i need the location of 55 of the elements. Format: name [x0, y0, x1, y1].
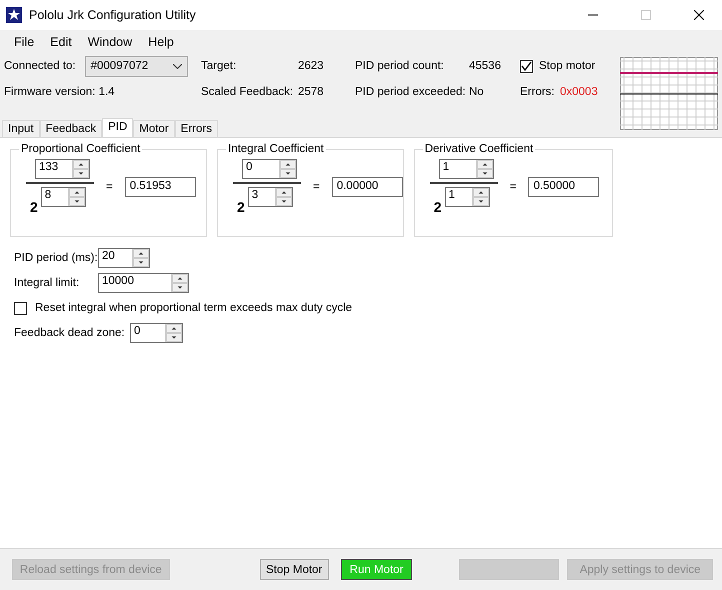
chevron-icon [172, 64, 182, 68]
group-title: Integral Coefficient [227, 143, 325, 155]
setting-checkbox[interactable] [14, 302, 27, 314]
exponent-spinbox[interactable]: 8 [40, 187, 86, 207]
tab[interactable]: Feedback [40, 120, 102, 137]
feedback-value: 2578 [298, 86, 324, 98]
pid-exceeded-label: PID period exceeded: [355, 86, 467, 98]
base-number: 2 [237, 199, 245, 215]
menu-item[interactable]: Window [80, 35, 140, 49]
result-field[interactable]: 0.00000 [332, 177, 403, 197]
group-title: Proportional Coefficient [20, 143, 142, 155]
feedback-label: Scaled Feedback: [201, 86, 294, 98]
menu-item[interactable]: Edit [42, 35, 80, 49]
target-label: Target: [201, 60, 238, 72]
app-logo-icon [6, 7, 22, 23]
close-icon[interactable] [694, 10, 704, 20]
base-number: 2 [434, 199, 442, 215]
window-title: Pololu Jrk Configuration Utility [29, 8, 197, 22]
result-field[interactable]: 0.50000 [528, 177, 600, 197]
tab[interactable]: Motor [133, 120, 175, 137]
setting-label: PID period (ms): [14, 252, 98, 264]
menu-item[interactable]: Help [140, 35, 182, 49]
stop-motor-checkbox[interactable] [520, 60, 533, 72]
group-title: Derivative Coefficient [424, 143, 534, 155]
menu-item[interactable]: File [6, 35, 42, 49]
numerator-spinbox[interactable]: 133 [35, 159, 90, 179]
pid-count-value: 45536 [469, 60, 501, 72]
firmware-version: Firmware version: 1.4 [4, 86, 115, 98]
tab[interactable]: Errors [174, 120, 218, 137]
base-number: 2 [30, 199, 38, 215]
pid-exceeded-value: No [469, 86, 484, 98]
device-dropdown[interactable]: #00097072 [84, 56, 188, 76]
setting-spinbox[interactable]: 20 [98, 248, 150, 268]
numerator-spinbox[interactable]: 0 [242, 159, 297, 179]
equals-sign: = [106, 181, 113, 193]
setting-label: Feedback dead zone: [14, 327, 126, 339]
target-value: 2623 [298, 60, 324, 72]
tab[interactable]: Input [2, 120, 40, 137]
equals-sign: = [510, 181, 516, 193]
tab[interactable]: PID [102, 118, 134, 137]
exponent-spinbox[interactable]: 3 [248, 187, 293, 207]
errors-value: 0x0003 [560, 86, 598, 98]
pid-count-label: PID period count: [355, 60, 445, 72]
exponent-spinbox[interactable]: 1 [444, 187, 490, 207]
errors-label: Errors: [520, 86, 556, 98]
setting-label: Reset integral when proportional term exceeds max duty cycle [35, 302, 352, 314]
connected-label: Connected to: [4, 60, 76, 72]
stop-motor-label: Stop motor [539, 60, 596, 72]
setting-spinbox[interactable]: 0 [130, 323, 183, 343]
result-field[interactable]: 0.51953 [124, 177, 196, 197]
action-button[interactable]: Stop Motor [260, 559, 329, 580]
setting-label: Integral limit: [14, 277, 80, 289]
setting-spinbox[interactable]: 10000 [98, 273, 189, 293]
equals-sign: = [313, 181, 320, 193]
numerator-spinbox[interactable]: 1 [438, 159, 494, 179]
